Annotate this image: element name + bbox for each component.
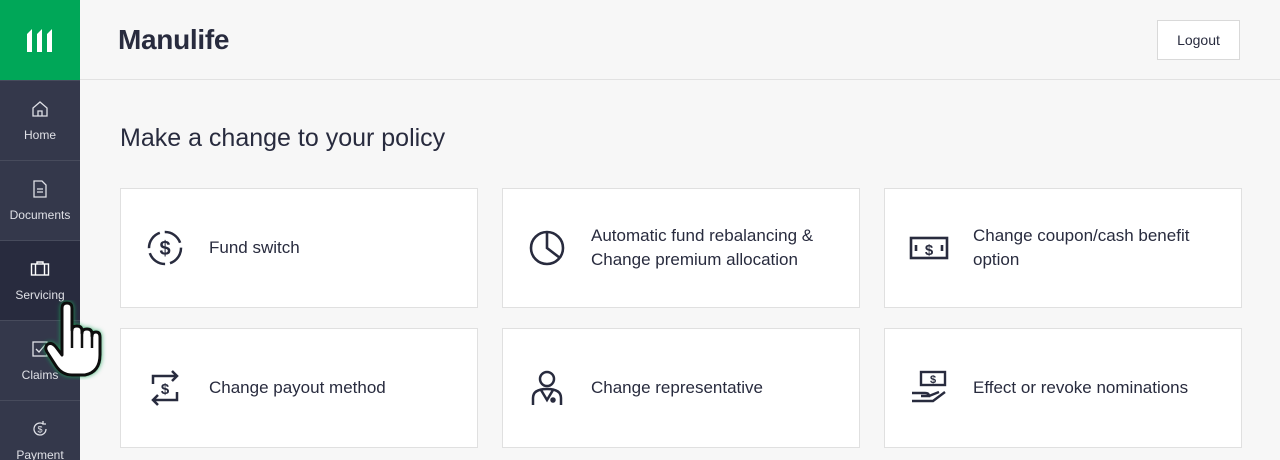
hand-money-icon: $ [909, 368, 949, 408]
sidebar-item-label: Documents [9, 208, 71, 222]
exchange-dollar-icon: $ [145, 368, 185, 408]
sidebar-item-label: Payment [16, 448, 64, 460]
logout-button[interactable]: Logout [1157, 20, 1240, 60]
dollar-circle-icon: $ [145, 228, 185, 268]
svg-text:$: $ [930, 374, 936, 386]
briefcase-icon [30, 259, 50, 279]
card-change-representative[interactable]: Change representative [502, 328, 860, 448]
svg-text:$: $ [159, 238, 170, 260]
card-label: Effect or revoke nominations [973, 378, 1189, 397]
sidebar: Home Documents Servicing Claims $ Paymen… [0, 0, 80, 460]
card-nominations[interactable]: $ Effect or revoke nominations [884, 328, 1242, 448]
top-header: Manulife Logout [80, 0, 1280, 80]
card-label: Fund switch [209, 238, 300, 257]
document-icon [30, 179, 50, 199]
svg-text:$: $ [925, 242, 934, 259]
page-title: Make a change to your policy [120, 124, 446, 152]
card-label: Change coupon/cash benefit option [973, 226, 1190, 269]
sidebar-item-documents[interactable]: Documents [0, 160, 80, 240]
payment-icon: $ [30, 419, 50, 439]
manulife-logo[interactable] [0, 0, 80, 80]
card-label: Change representative [591, 378, 764, 397]
card-fund-switch[interactable]: $ Fund switch [120, 188, 478, 308]
card-coupon-cash-benefit[interactable]: $ Change coupon/cash benefit option [884, 188, 1242, 308]
pie-chart-icon [527, 228, 567, 268]
sidebar-item-home[interactable]: Home [0, 80, 80, 160]
sidebar-item-payment[interactable]: $ Payment [0, 400, 80, 460]
card-label: Automatic fund rebalancing & Change prem… [591, 226, 814, 269]
card-fund-rebalancing[interactable]: Automatic fund rebalancing & Change prem… [502, 188, 860, 308]
hand-pointer-cursor-icon [44, 301, 102, 377]
banknote-icon: $ [909, 228, 949, 268]
home-icon [30, 99, 50, 119]
card-label: Change payout method [209, 378, 386, 397]
brand-wordmark[interactable]: Manulife [118, 24, 229, 56]
representative-icon [527, 368, 567, 408]
manulife-m-icon [27, 29, 52, 52]
card-payout-method[interactable]: $ Change payout method [120, 328, 478, 448]
svg-text:$: $ [161, 381, 170, 398]
svg-text:$: $ [37, 425, 42, 435]
sidebar-item-label: Home [23, 128, 56, 142]
